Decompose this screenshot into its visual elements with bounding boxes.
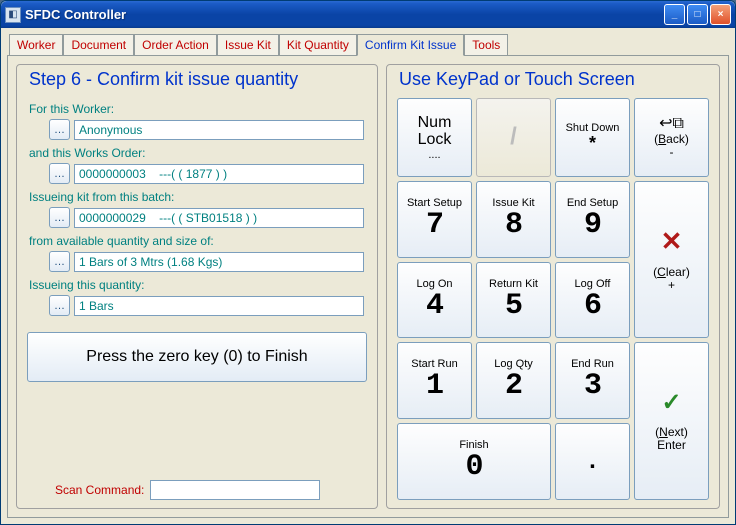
key-9[interactable]: End Setup 9	[555, 181, 630, 258]
works-order-field[interactable]	[74, 164, 364, 184]
minimize-button[interactable]: _	[664, 4, 685, 25]
app-icon: ◧	[5, 7, 21, 23]
key-3[interactable]: End Run 3	[555, 342, 630, 419]
app-window: ◧ SFDC Controller _ □ × Worker Document …	[0, 0, 736, 525]
worker-ellipsis-button[interactable]: …	[49, 119, 70, 140]
finish-button-label: Press the zero key (0) to Finish	[86, 348, 307, 366]
scan-command-input[interactable]	[150, 480, 320, 500]
key-6[interactable]: Log Off 6	[555, 262, 630, 339]
available-field[interactable]	[74, 252, 364, 272]
key-divide[interactable]: /	[476, 98, 551, 177]
check-icon: ✓	[661, 390, 681, 416]
worker-field[interactable]	[74, 120, 364, 140]
finish-button[interactable]: Press the zero key (0) to Finish	[27, 332, 367, 382]
tab-strip: Worker Document Order Action Issue Kit K…	[7, 34, 729, 55]
key-7[interactable]: Start Setup 7	[397, 181, 472, 258]
key-1[interactable]: Start Run 1	[397, 342, 472, 419]
key-8[interactable]: Issue Kit 8	[476, 181, 551, 258]
issuing-qty-field[interactable]	[74, 296, 364, 316]
tab-tools[interactable]: Tools	[464, 34, 508, 55]
tab-document[interactable]: Document	[63, 34, 134, 55]
tab-kit-quantity[interactable]: Kit Quantity	[279, 34, 357, 55]
available-ellipsis-button[interactable]: …	[49, 251, 70, 272]
tab-worker[interactable]: Worker	[9, 34, 63, 55]
key-back[interactable]: ↩⧉ (Back) -	[634, 98, 709, 177]
window-title: SFDC Controller	[25, 7, 664, 22]
available-label: from available quantity and size of:	[29, 234, 367, 248]
key-next[interactable]: ✓ (Next) Enter	[634, 342, 709, 500]
close-button[interactable]: ×	[710, 4, 731, 25]
scan-row: Scan Command:	[55, 462, 367, 500]
works-order-ellipsis-button[interactable]: …	[49, 163, 70, 184]
works-order-label: and this Works Order:	[29, 146, 367, 160]
confirm-panel: Step 6 - Confirm kit issue quantity For …	[16, 64, 378, 509]
worker-label: For this Worker:	[29, 102, 367, 116]
tab-confirm-kit-issue[interactable]: Confirm Kit Issue	[357, 34, 464, 56]
batch-ellipsis-button[interactable]: …	[49, 207, 70, 228]
client-area: Worker Document Order Action Issue Kit K…	[1, 28, 735, 524]
keypad-title: Use KeyPad or Touch Screen	[399, 69, 709, 90]
window-buttons: _ □ ×	[664, 4, 731, 25]
issuing-qty-label: Issueing this quantity:	[29, 278, 367, 292]
key-clear[interactable]: ✕ (Clear) +	[634, 181, 709, 339]
scan-label: Scan Command:	[55, 483, 144, 497]
key-2[interactable]: Log Qty 2	[476, 342, 551, 419]
keypad-panel: Use KeyPad or Touch Screen Num Lock ....…	[386, 64, 720, 509]
keypad: Num Lock .... / Shut Down * ↩⧉ (Back) -	[397, 98, 709, 500]
key-4[interactable]: Log On 4	[397, 262, 472, 339]
back-icon: ↩⧉	[659, 115, 684, 133]
tab-issue-kit[interactable]: Issue Kit	[217, 34, 279, 55]
key-0[interactable]: Finish 0	[397, 423, 551, 500]
key-numlock[interactable]: Num Lock ....	[397, 98, 472, 177]
issuing-qty-ellipsis-button[interactable]: …	[49, 295, 70, 316]
key-shutdown[interactable]: Shut Down *	[555, 98, 630, 177]
clear-icon: ✕	[661, 227, 683, 256]
title-bar: ◧ SFDC Controller _ □ ×	[1, 1, 735, 28]
tab-page: Step 6 - Confirm kit issue quantity For …	[7, 55, 729, 518]
maximize-button[interactable]: □	[687, 4, 708, 25]
batch-field[interactable]	[74, 208, 364, 228]
batch-label: Issueing kit from this batch:	[29, 190, 367, 204]
key-5[interactable]: Return Kit 5	[476, 262, 551, 339]
key-dot[interactable]: .	[555, 423, 630, 500]
confirm-title: Step 6 - Confirm kit issue quantity	[29, 69, 367, 90]
tab-order-action[interactable]: Order Action	[134, 34, 217, 55]
